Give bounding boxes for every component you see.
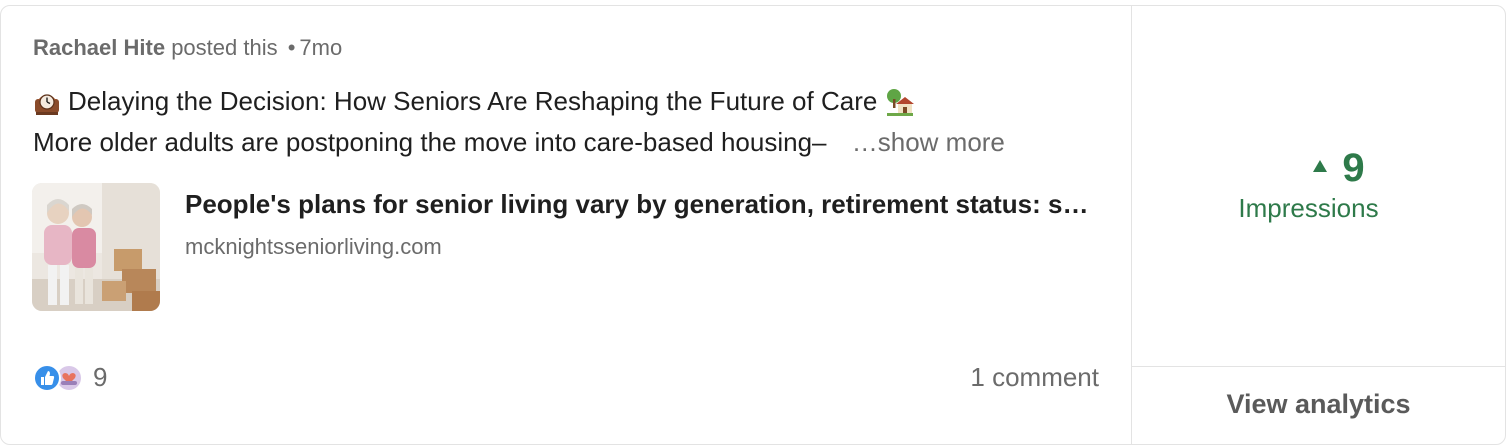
post-action: posted this <box>171 35 278 60</box>
reaction-count: 9 <box>93 362 108 392</box>
reactions-summary[interactable]: 9 <box>33 362 107 393</box>
post-headline: Delaying the Decision: How Seniors Are R… <box>32 86 915 117</box>
post-body: More older adults are postponing the mov… <box>33 127 1005 158</box>
headline-text: Delaying the Decision: How Seniors Are R… <box>68 86 878 116</box>
reaction-icons <box>33 363 85 393</box>
post-body-preview: More older adults are postponing the mov… <box>33 127 827 157</box>
mantelpiece-clock-icon <box>32 87 62 117</box>
author-name[interactable]: Rachael Hite <box>33 35 165 60</box>
impressions-label: Impressions <box>1238 193 1379 223</box>
like-icon <box>33 363 61 397</box>
article-thumbnail[interactable] <box>32 183 160 311</box>
meta-separator: • <box>287 35 296 60</box>
house-with-garden-icon <box>885 87 915 117</box>
view-analytics-label: View analytics <box>1226 389 1411 419</box>
view-analytics-button[interactable]: View analytics <box>1132 366 1505 444</box>
show-more-link[interactable]: …show more <box>852 127 1005 157</box>
post-age: 7mo <box>299 35 343 60</box>
post-summary: Rachael Hite posted this • 7mo Delaying t… <box>1 6 1131 444</box>
impressions-count: 9 <box>1342 146 1365 190</box>
article-domain: mcknightsseniorliving.com <box>185 234 442 259</box>
analytics-panel: 9 Impressions View analytics <box>1131 6 1505 444</box>
impressions-stat: 9 Impressions <box>1132 146 1505 224</box>
comments-count-link[interactable]: 1 comment <box>970 362 1099 393</box>
article-title[interactable]: People's plans for senior living vary by… <box>185 189 1100 220</box>
up-triangle-icon <box>1312 159 1328 178</box>
post-analytics-card: Rachael Hite posted this • 7mo Delaying t… <box>0 5 1506 445</box>
post-meta: Rachael Hite posted this • 7mo <box>33 35 342 61</box>
